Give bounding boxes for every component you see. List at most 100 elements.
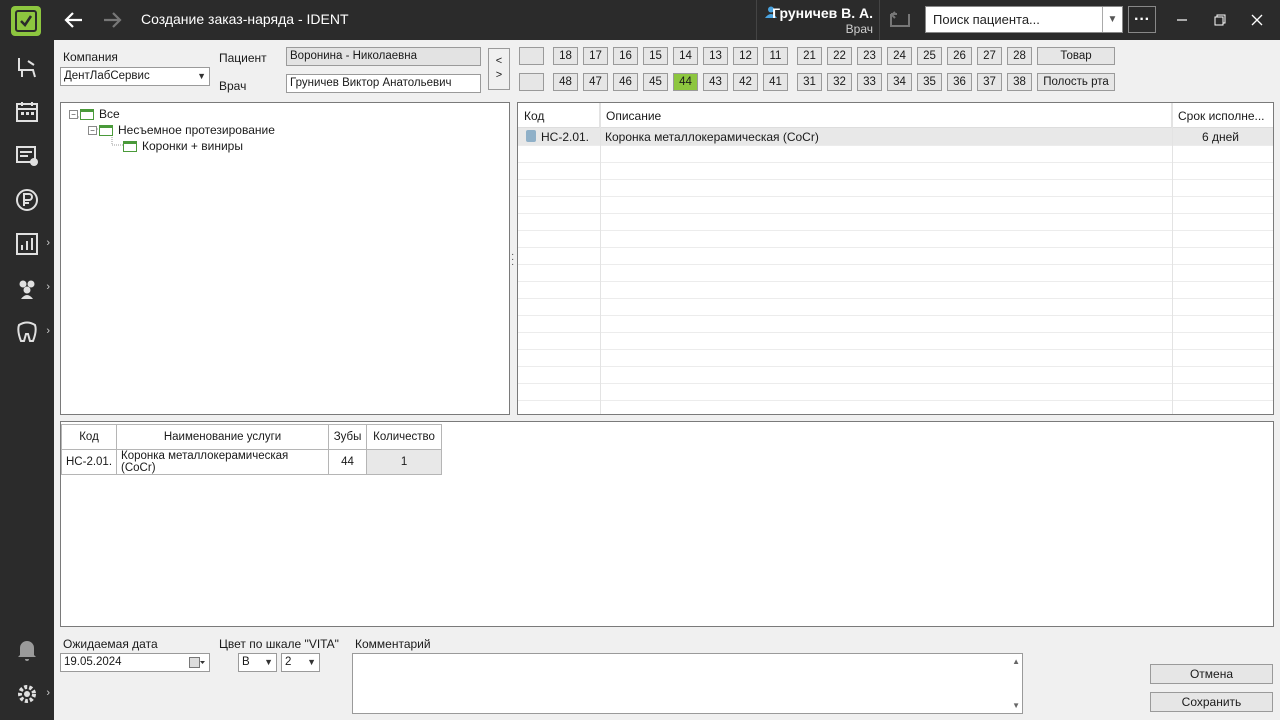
restore-icon[interactable] [1208, 8, 1232, 32]
grid-row-line [518, 332, 1273, 333]
user-block[interactable]: Груничев В. А. Врач [756, 0, 880, 40]
order-col-teeth[interactable]: Зубы [328, 424, 368, 450]
tooth-12-button[interactable]: 12 [733, 47, 758, 65]
tooth-23-button[interactable]: 23 [857, 47, 882, 65]
tooth-37-button[interactable]: 37 [977, 73, 1002, 91]
tooth-15-button[interactable]: 15 [643, 47, 668, 65]
table-row[interactable]: НС-2.01. Коронка металлокерамическая (Co… [60, 449, 443, 475]
goods-button[interactable]: Товар [1037, 47, 1115, 65]
tooth-11-button[interactable]: 11 [763, 47, 788, 65]
doctor-field[interactable]: Груничев Виктор Анатольевич [286, 74, 481, 93]
company-select[interactable]: ДентЛабСервис ▼ [60, 67, 210, 86]
folder-icon [123, 140, 137, 152]
vita-letter-select[interactable]: B ▼ [238, 653, 277, 672]
chevron-down-icon[interactable]: ▼ [1102, 7, 1122, 32]
patient-search-input[interactable]: Поиск пациента... ▼ [925, 6, 1123, 33]
tooth-47-button[interactable]: 47 [583, 73, 608, 91]
company-value: ДентЛабСервис [64, 70, 150, 82]
date-value: 19.05.2024 [64, 656, 122, 668]
tooth-48-button[interactable]: 48 [553, 73, 578, 91]
tooth-21-button[interactable]: 21 [797, 47, 822, 65]
app-logo[interactable] [11, 6, 41, 36]
close-icon[interactable] [1245, 8, 1269, 32]
minimize-icon[interactable] [1170, 8, 1194, 32]
bell-icon[interactable] [0, 630, 54, 670]
tooth-17-button[interactable]: 17 [583, 47, 608, 65]
undo-icon[interactable] [888, 8, 912, 32]
tooth-45-button[interactable]: 45 [643, 73, 668, 91]
tooth-32-button[interactable]: 32 [827, 73, 852, 91]
forward-arrow-icon[interactable] [100, 8, 124, 32]
order-cell-qty[interactable]: 1 [366, 449, 443, 475]
chevron-right-icon: › [46, 325, 50, 337]
tooth-blank-lower[interactable] [519, 73, 544, 91]
tooth-22-button[interactable]: 22 [827, 47, 852, 65]
tooth-34-button[interactable]: 34 [887, 73, 912, 91]
settings-gear-icon[interactable]: › [0, 674, 54, 714]
tooth-25-button[interactable]: 25 [917, 47, 942, 65]
tree-item-fixed-prosthetics[interactable]: − Несъемное протезирование [88, 123, 275, 137]
tooth-24-button[interactable]: 24 [887, 47, 912, 65]
expected-date-input[interactable]: 19.05.2024 [60, 653, 210, 672]
main-area: Компания ДентЛабСервис ▼ Пациент Воронин… [54, 40, 1280, 720]
tooth-13-button[interactable]: 13 [703, 47, 728, 65]
col-term-header[interactable]: Срок исполне... [1172, 103, 1273, 128]
tooth-27-button[interactable]: 27 [977, 47, 1002, 65]
schedule-icon[interactable] [0, 92, 54, 132]
tooth-28-button[interactable]: 28 [1007, 47, 1032, 65]
dental-chair-icon[interactable] [0, 48, 54, 88]
orders-icon[interactable] [0, 136, 54, 176]
tooth-blank-upper[interactable] [519, 47, 544, 65]
comment-textarea[interactable]: ▲ ▼ [352, 653, 1023, 714]
order-col-name[interactable]: Наименование услуги [116, 424, 330, 450]
cancel-button[interactable]: Отмена [1150, 664, 1273, 684]
folder-icon [80, 108, 94, 120]
scroll-up-icon[interactable]: ▲ [1012, 657, 1020, 666]
tooth-42-button[interactable]: 42 [733, 73, 758, 91]
tooth-16-button[interactable]: 16 [613, 47, 638, 65]
save-button[interactable]: Сохранить [1150, 692, 1273, 712]
order-col-code[interactable]: Код [60, 424, 118, 450]
vita-number-select[interactable]: 2 ▼ [281, 653, 320, 672]
tree-item-all[interactable]: − Все [69, 107, 120, 121]
order-cell-code: НС-2.01. [60, 449, 118, 475]
chevron-right-icon: › [46, 687, 50, 699]
patient-field[interactable]: Воронина - Николаевна [286, 47, 481, 66]
vita-number-value: 2 [285, 656, 292, 668]
reports-icon[interactable]: › [0, 224, 54, 264]
tooth-36-button[interactable]: 36 [947, 73, 972, 91]
order-col-qty[interactable]: Количество [366, 424, 443, 450]
tooth-18-button[interactable]: 18 [553, 47, 578, 65]
tooth-44-button[interactable]: 44 [673, 73, 698, 91]
payments-icon[interactable] [0, 180, 54, 220]
table-row[interactable]: НС-2.01. Коронка металлокерамическая (Co… [518, 128, 1273, 145]
jaw-toggle-button[interactable]: < > [488, 48, 510, 90]
tooth-41-button[interactable]: 41 [763, 73, 788, 91]
col-description-header[interactable]: Описание [600, 103, 1172, 128]
back-arrow-icon[interactable] [62, 8, 86, 32]
calendar-icon[interactable] [189, 657, 205, 668]
order-cell-teeth[interactable]: 44 [328, 449, 368, 475]
col-code-header[interactable]: Код [518, 103, 600, 128]
tooth-43-button[interactable]: 43 [703, 73, 728, 91]
tooth-14-button[interactable]: 14 [673, 47, 698, 65]
tooth-31-button[interactable]: 31 [797, 73, 822, 91]
mouth-cavity-button[interactable]: Полость рта [1037, 73, 1115, 91]
collapse-icon[interactable]: − [69, 109, 78, 119]
tooth-46-button[interactable]: 46 [613, 73, 638, 91]
collapse-icon[interactable]: − [88, 125, 97, 135]
tooth-38-button[interactable]: 38 [1007, 73, 1032, 91]
vita-label: Цвет по шкале "VITA" [219, 637, 339, 651]
grid-row-line [518, 281, 1273, 282]
staff-icon[interactable]: › [0, 268, 54, 308]
tooth-35-button[interactable]: 35 [917, 73, 942, 91]
tree-item-crowns-veneers[interactable]: Коронки + виниры [123, 139, 243, 153]
user-role: Врач [845, 22, 873, 36]
splitter-handle[interactable]: · · · [511, 250, 515, 270]
tooth-33-button[interactable]: 33 [857, 73, 882, 91]
more-button[interactable]: ··· [1128, 6, 1156, 33]
order-panel: Код Наименование услуги Зубы Количество … [60, 421, 1274, 627]
tooth-icon[interactable]: › [0, 312, 54, 352]
tooth-26-button[interactable]: 26 [947, 47, 972, 65]
scroll-down-icon[interactable]: ▼ [1012, 701, 1020, 710]
